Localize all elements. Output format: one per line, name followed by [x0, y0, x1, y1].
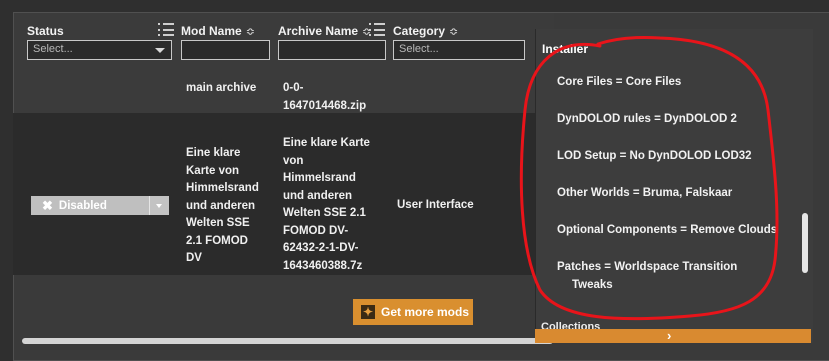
column-header-mod-name-label: Mod Name	[181, 24, 242, 38]
row2-category: User Interface	[397, 199, 474, 211]
column-header-mod-name[interactable]: Mod Name ≎	[181, 24, 255, 38]
vertical-scrollbar[interactable]	[802, 213, 808, 273]
column-options-icon[interactable]	[369, 23, 385, 36]
mod-name-filter-input[interactable]	[181, 40, 270, 60]
panel-footer-bar[interactable]: ›	[535, 329, 811, 343]
column-options-icon[interactable]	[158, 23, 174, 36]
sort-icon: ≎	[245, 25, 255, 38]
puzzle-icon: ✦	[361, 305, 375, 319]
row1-mod-name: main archive	[186, 82, 257, 94]
category-filter-placeholder: Select...	[399, 43, 439, 55]
status-filter-select[interactable]: Select...	[27, 40, 172, 60]
installer-item: Optional Components = Remove Clouds	[557, 224, 778, 236]
table-row[interactable]	[13, 113, 535, 275]
archive-name-filter-input[interactable]	[278, 40, 386, 60]
horizontal-scrollbar[interactable]	[22, 338, 553, 344]
installer-panel: Installer Core Files = Core Files DynDOL…	[535, 29, 813, 343]
archive-name-line: 62432-2-1-DV-	[283, 242, 359, 254]
status-dropdown-button[interactable]	[149, 196, 169, 215]
installer-title: Installer	[542, 42, 589, 56]
category-filter-select[interactable]: Select...	[393, 40, 525, 60]
column-header-status-label: Status	[27, 24, 64, 38]
row2-archive-name: Eine klare Karte von Himmelsrand und and…	[283, 135, 370, 275]
installer-item: LOD Setup = No DynDOLOD LOD32	[557, 150, 752, 162]
row1-archive-line: 0-0-	[283, 82, 304, 94]
installer-item: Patches = Worldspace Transition	[557, 261, 738, 273]
archive-name-line: FOMOD DV-	[283, 224, 349, 237]
archive-name-line: und anderen	[283, 189, 353, 202]
column-header-status[interactable]: Status	[27, 24, 64, 38]
column-header-category-label: Category	[393, 24, 446, 38]
column-header-archive-name[interactable]: Archive Name ≎	[278, 24, 371, 38]
installer-item-continuation: Tweaks	[572, 279, 613, 291]
status-toggle-button[interactable]: ✖ Disabled	[31, 196, 169, 215]
column-header-category[interactable]: Category ≎	[393, 24, 458, 38]
mod-name-line: Welten SSE	[186, 217, 250, 229]
get-more-mods-label: Get more mods	[381, 305, 470, 319]
get-more-mods-button[interactable]: ✦ Get more mods	[353, 299, 473, 325]
installer-item: Other Worlds = Bruma, Falskaar	[557, 187, 733, 199]
archive-name-line: Himmelsrand	[283, 172, 356, 184]
status-filter-placeholder: Select...	[33, 43, 73, 55]
chevron-right-icon[interactable]: ›	[667, 329, 671, 343]
mod-name-line: Eine klare	[186, 147, 241, 159]
mod-name-line: DV	[186, 252, 202, 264]
archive-name-line: 1643460388.7z	[283, 259, 363, 272]
status-label: Disabled	[58, 199, 107, 212]
sort-icon: ≎	[449, 25, 459, 38]
chevron-down-icon	[155, 48, 165, 53]
column-header-archive-name-label: Archive Name	[278, 24, 359, 38]
archive-name-line: Welten SSE 2.1	[283, 207, 366, 219]
row1-archive-name: 0-0- 1647014468.zip	[283, 80, 366, 115]
archive-name-line: von	[283, 154, 304, 167]
row2-mod-name: Eine klare Karte von Himmelsrand und and…	[186, 145, 259, 268]
mod-name-line: und anderen	[186, 199, 256, 212]
close-icon: ✖	[42, 197, 53, 213]
mod-name-line: Himmelsrand	[186, 182, 259, 194]
installer-item: DynDOLOD rules = DynDOLOD 2	[557, 113, 737, 125]
installer-item: Core Files = Core Files	[557, 76, 682, 88]
mod-name-line: Karte von	[186, 164, 240, 177]
mod-name-line: 2.1 FOMOD	[186, 234, 248, 247]
archive-name-line: Eine klare Karte	[283, 137, 370, 149]
disabled-button[interactable]: ✖ Disabled	[31, 196, 149, 215]
